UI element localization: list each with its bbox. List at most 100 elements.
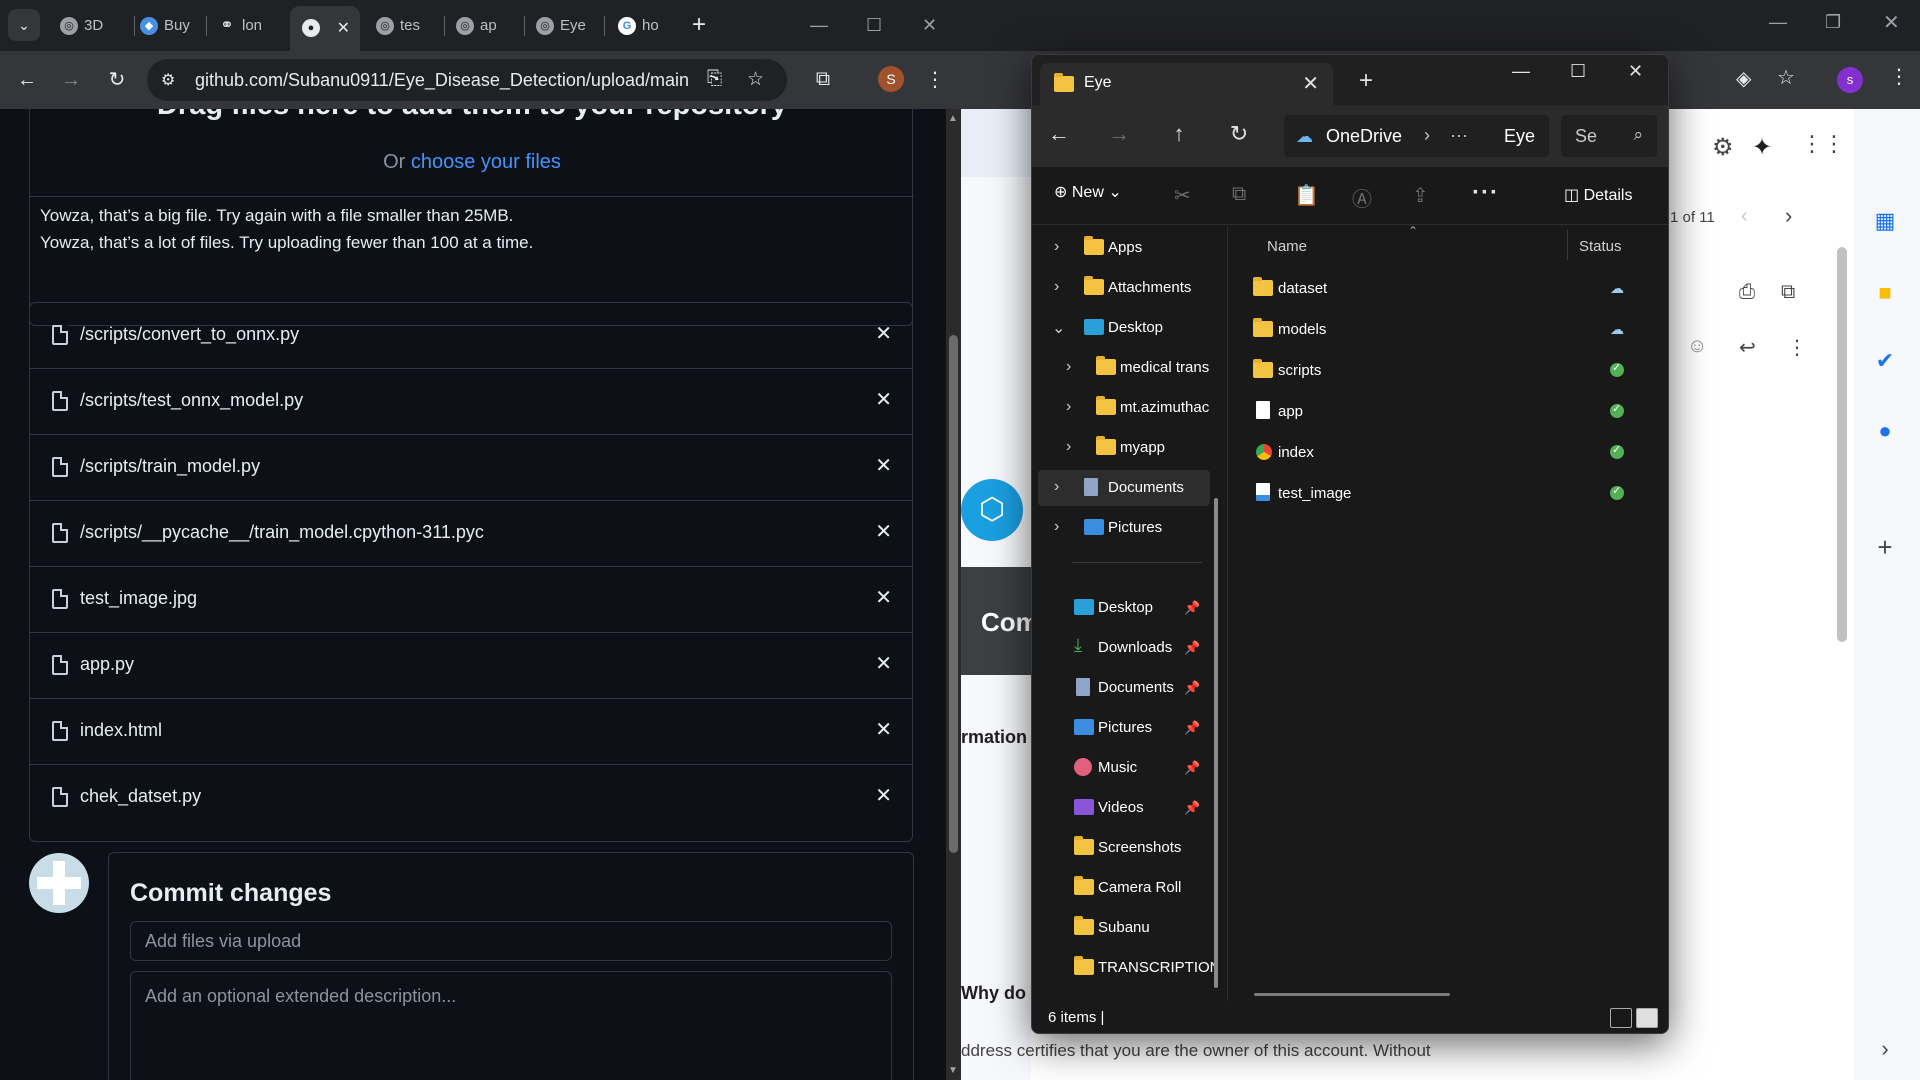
chrome-menu-icon[interactable]: ⋮: [920, 65, 950, 95]
profile-avatar[interactable]: S: [878, 66, 904, 92]
remove-file-icon[interactable]: ✕: [875, 453, 892, 478]
commit-description-textarea[interactable]: Add an optional extended description...: [130, 971, 892, 1080]
scroll-up-icon[interactable]: ▲: [948, 113, 958, 124]
cut-icon[interactable]: ✂: [1174, 183, 1191, 208]
quick-access-pictures[interactable]: Pictures 📌: [1032, 710, 1218, 746]
breadcrumb-eye[interactable]: Eye: [1504, 126, 1535, 147]
tab-lon[interactable]: ⚭ lon: [206, 8, 286, 43]
chevron-right-icon[interactable]: ›: [1054, 518, 1059, 536]
quick-access-subanu[interactable]: Subanu: [1032, 910, 1218, 946]
file-row-test-image[interactable]: test_image: [1228, 474, 1668, 515]
tree-item-apps[interactable]: › Apps: [1032, 230, 1218, 266]
quick-access-downloads[interactable]: ⤓ Downloads 📌: [1032, 630, 1218, 666]
chevron-right-icon[interactable]: ›: [1054, 278, 1059, 296]
quick-access-transcription[interactable]: TRANSCRIPTION: [1032, 950, 1218, 986]
close-tab-icon[interactable]: ✕: [1302, 71, 1319, 96]
chevron-right-icon[interactable]: ›: [1066, 358, 1071, 376]
contacts-icon[interactable]: ●: [1869, 415, 1901, 447]
pin-icon[interactable]: 📌: [1184, 640, 1200, 656]
tab-search-button[interactable]: ⌄: [8, 9, 40, 41]
menu-icon[interactable]: ⋮: [1889, 64, 1909, 89]
site-info-icon[interactable]: ⚙: [161, 70, 175, 90]
quick-access-music[interactable]: Music 📌: [1032, 750, 1218, 786]
tree-item-myapp[interactable]: › myapp: [1032, 430, 1218, 466]
horizontal-scrollbar[interactable]: [1254, 993, 1450, 996]
file-row-app[interactable]: app: [1228, 392, 1668, 433]
calendar-icon[interactable]: ▦: [1869, 205, 1901, 237]
forward-icon[interactable]: →: [1104, 121, 1134, 147]
pin-icon[interactable]: 📌: [1184, 800, 1200, 816]
breadcrumb-overflow[interactable]: ···: [1450, 125, 1468, 146]
paste-icon[interactable]: 📋: [1294, 183, 1319, 208]
more-options-icon[interactable]: ···: [1472, 179, 1499, 207]
quick-access-desktop[interactable]: Desktop 📌: [1032, 590, 1218, 626]
reload-icon[interactable]: ↻: [102, 65, 132, 95]
print-icon[interactable]: ⎙: [1739, 281, 1755, 304]
file-row-scripts[interactable]: scripts: [1228, 351, 1668, 392]
tab-eye[interactable]: ◎ Eye: [524, 8, 604, 43]
new-tab-button[interactable]: +: [692, 10, 706, 40]
settings-gear-icon[interactable]: ⚙: [1712, 133, 1734, 162]
quick-access-documents[interactable]: Documents 📌: [1032, 670, 1218, 706]
minimize-icon[interactable]: —: [1769, 12, 1787, 33]
navigation-pane-scrollbar[interactable]: [1214, 498, 1218, 988]
close-tab-icon[interactable]: ✕: [337, 6, 350, 51]
new-tab-button[interactable]: +: [1359, 67, 1373, 95]
tiles-view-icon[interactable]: [1636, 1008, 1658, 1028]
back-icon[interactable]: ←: [12, 65, 42, 95]
page-scrollbar[interactable]: ▲ ▼: [946, 109, 961, 1080]
remove-file-icon[interactable]: ✕: [875, 519, 892, 544]
tree-item-attachments[interactable]: › Attachments: [1032, 270, 1218, 306]
quick-access-screenshots[interactable]: Screenshots: [1032, 830, 1218, 866]
column-header-status[interactable]: Status: [1579, 238, 1622, 255]
forward-icon[interactable]: →: [56, 65, 86, 95]
tasks-icon[interactable]: ✔: [1869, 345, 1901, 377]
tree-item-pictures[interactable]: › Pictures: [1032, 510, 1218, 546]
tab-github-active[interactable]: ● ✕: [290, 6, 360, 51]
file-row-models[interactable]: models ☁: [1228, 310, 1668, 351]
scrollbar-thumb[interactable]: [949, 335, 958, 853]
chevron-right-icon[interactable]: ›: [1054, 238, 1059, 256]
details-view-icon[interactable]: [1610, 1008, 1632, 1028]
tab-google[interactable]: G ho: [606, 8, 680, 43]
pin-icon[interactable]: 📌: [1184, 680, 1200, 696]
file-row-index[interactable]: index: [1228, 433, 1668, 474]
url-text[interactable]: github.com/Subanu0911/Eye_Disease_Detect…: [195, 70, 689, 91]
reply-icon[interactable]: ↩: [1739, 335, 1756, 360]
tree-item-medical-trans[interactable]: › medical trans: [1032, 350, 1218, 386]
remove-file-icon[interactable]: ✕: [875, 321, 892, 346]
remove-file-icon[interactable]: ✕: [875, 651, 892, 676]
tree-item-desktop[interactable]: ⌄ Desktop: [1032, 310, 1218, 346]
close-window-icon[interactable]: ✕: [1628, 61, 1643, 82]
up-icon[interactable]: ↑: [1164, 121, 1194, 147]
profile-avatar[interactable]: s: [1837, 67, 1863, 93]
extension-icon[interactable]: ◈: [1736, 66, 1751, 91]
commit-summary-input[interactable]: Add files via upload: [130, 921, 892, 961]
maximize-icon[interactable]: ☐: [1570, 61, 1586, 82]
chevron-right-icon[interactable]: ›: [1054, 478, 1059, 496]
breadcrumb-onedrive[interactable]: OneDrive: [1326, 126, 1402, 147]
remove-file-icon[interactable]: ✕: [875, 783, 892, 808]
maximize-icon[interactable]: ☐: [866, 10, 882, 40]
tab-test[interactable]: ◎ tes: [364, 8, 442, 43]
remove-file-icon[interactable]: ✕: [875, 717, 892, 742]
gemini-sparkle-icon[interactable]: ✦: [1752, 133, 1772, 162]
file-row-dataset[interactable]: dataset ☁: [1228, 269, 1668, 310]
tab-buy[interactable]: ◆ Buy: [128, 8, 206, 43]
tab-app[interactable]: ◎ ap: [444, 8, 522, 43]
refresh-icon[interactable]: ↻: [1224, 121, 1254, 147]
share-icon[interactable]: ⇪: [1412, 183, 1429, 208]
back-icon[interactable]: ←: [1044, 121, 1074, 147]
open-new-window-icon[interactable]: ⧉: [1781, 281, 1795, 304]
address-bar[interactable]: ⚙ github.com/Subanu0911/Eye_Disease_Dete…: [147, 59, 787, 101]
next-page-icon[interactable]: ›: [1785, 203, 1792, 229]
minimize-icon[interactable]: —: [1512, 61, 1530, 82]
install-app-icon[interactable]: ⎘: [707, 68, 722, 90]
extensions-puzzle-icon[interactable]: ⧉: [808, 64, 838, 94]
gmail-scrollbar[interactable]: [1837, 247, 1847, 642]
bookmark-star-icon[interactable]: ☆: [1777, 65, 1795, 90]
column-separator[interactable]: [1567, 230, 1568, 260]
choose-files-link[interactable]: choose your files: [411, 151, 561, 173]
more-icon[interactable]: ⋮: [1787, 335, 1807, 360]
address-breadcrumb[interactable]: ☁ OneDrive › ··· Eye: [1284, 115, 1549, 157]
